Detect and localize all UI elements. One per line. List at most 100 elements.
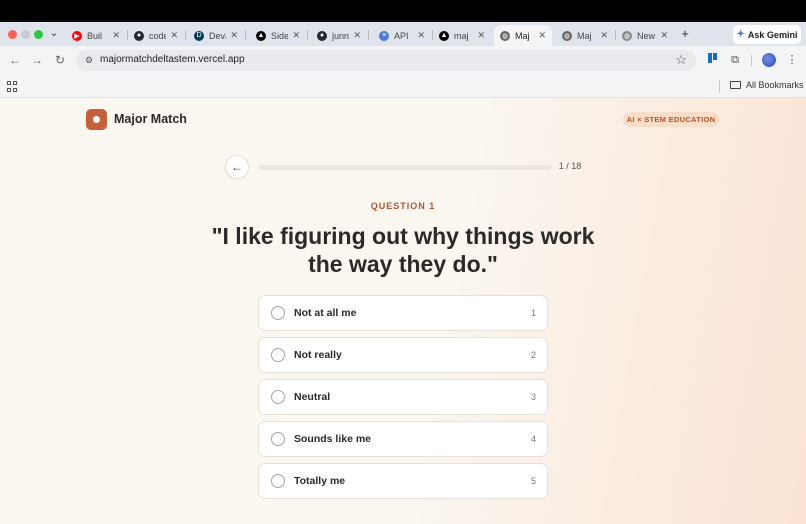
tab-title: maj (454, 30, 469, 41)
progress-count: 1 / 18 (558, 161, 582, 171)
answer-option-shortcut: 5 (530, 476, 536, 486)
minimize-window-button[interactable] (21, 30, 30, 39)
extensions-puzzle-icon[interactable]: ⧉ (728, 53, 742, 67)
tab-close-icon[interactable]: ✕ (538, 30, 546, 41)
answer-option[interactable]: Sounds like me 4 (258, 421, 548, 457)
gemini-spark-icon: ✦ (736, 29, 745, 40)
maximize-window-button[interactable] (34, 30, 43, 39)
answer-option-shortcut: 3 (530, 392, 536, 402)
tab-title: code (149, 30, 167, 41)
bookmarks-bar: All Bookmarks (0, 75, 806, 98)
browser-tab[interactable]: ▲ maj ✕ (433, 25, 491, 46)
tab-separator (368, 30, 369, 40)
url-text: majormatchdeltastem.vercel.app (100, 54, 245, 65)
category-badge: AI × STEM EDUCATION (623, 112, 719, 127)
answer-option[interactable]: Not at all me 1 (258, 295, 548, 331)
browser-toolbar: ← → ↻ ⚙ majormatchdeltastem.vercel.app ☆… (0, 46, 806, 75)
page-content: Major Match AI × STEM EDUCATION ← 1 / 18… (0, 98, 806, 524)
api-icon: ≡ (379, 30, 389, 41)
all-bookmarks-button[interactable]: All Bookmarks (730, 80, 804, 90)
answer-option[interactable]: Totally me 5 (258, 463, 548, 499)
globe-icon: ◍ (562, 30, 572, 41)
radio-circle-icon[interactable] (271, 348, 285, 362)
radio-circle-icon[interactable] (271, 432, 285, 446)
tab-close-icon[interactable]: ✕ (417, 30, 425, 41)
tab-title: Buil (87, 30, 103, 41)
browser-tab[interactable]: ◍ Maj ✕ (494, 25, 552, 46)
browser-tab[interactable]: ◍ Maj ✕ (556, 25, 614, 46)
browser-tab[interactable]: ▲ Side ✕ (250, 25, 306, 46)
folder-icon (730, 81, 741, 89)
github-icon: ● (134, 30, 144, 41)
back-button[interactable]: ← (225, 155, 249, 179)
radio-circle-icon[interactable] (271, 390, 285, 404)
tab-close-icon[interactable]: ✕ (170, 30, 178, 41)
answer-option-label: Not at all me (294, 307, 357, 319)
tab-close-icon[interactable]: ✕ (660, 30, 668, 41)
chrome-icon: ◍ (622, 30, 632, 41)
forward-arrow-icon[interactable]: → (30, 53, 44, 67)
bookmark-star-icon[interactable]: ☆ (675, 52, 687, 68)
answer-options: Not at all me 1 Not really 2 Neutral 3 Sounds … (258, 295, 548, 505)
browser-tab[interactable]: ● code ✕ (128, 25, 184, 46)
youtube-icon: ▶ (72, 30, 82, 41)
address-bar[interactable]: ⚙ majormatchdeltastem.vercel.app ☆ (76, 50, 696, 71)
tab-close-icon[interactable]: ✕ (292, 30, 300, 41)
macos-menubar (0, 0, 806, 22)
tab-close-icon[interactable]: ✕ (230, 30, 238, 41)
tab-title: Maj (577, 30, 592, 41)
brand-name: Major Match (114, 112, 187, 126)
all-bookmarks-label: All Bookmarks (746, 80, 804, 90)
ask-gemini-button[interactable]: ✦ Ask Gemini (733, 25, 801, 44)
question-label: QUESTION 1 (370, 201, 436, 211)
apps-grid-icon[interactable] (7, 81, 18, 92)
back-arrow-icon[interactable]: ← (8, 53, 22, 67)
vercel-icon: ▲ (256, 30, 266, 41)
tab-title: Maj (515, 30, 530, 41)
globe-icon: ◍ (500, 30, 510, 41)
answer-option-shortcut: 2 (530, 350, 536, 360)
browser-tab[interactable]: ◍ New ✕ (616, 25, 674, 46)
answer-option[interactable]: Not really 2 (258, 337, 548, 373)
arrow-left-icon: ← (231, 160, 243, 174)
close-window-button[interactable] (8, 30, 17, 39)
browser-tab[interactable]: ▶ Buil ✕ (66, 25, 126, 46)
browser-tab[interactable]: ● junn ✕ (311, 25, 367, 46)
trello-extension-icon[interactable] (705, 53, 719, 67)
bookmarks-divider (719, 80, 720, 93)
progress-bar (259, 165, 552, 170)
answer-option-label: Sounds like me (294, 433, 372, 445)
answer-option-shortcut: 4 (530, 434, 536, 444)
tab-close-icon[interactable]: ✕ (112, 30, 120, 41)
tab-title: API (394, 30, 409, 41)
toolbar-divider (751, 55, 752, 66)
new-tab-button[interactable]: + (678, 26, 692, 42)
radio-circle-icon[interactable] (271, 474, 285, 488)
tab-strip: ⌄ ▶Buil✕●code✕DDeva✕▲Side✕●junn✕≡API✕▲ma… (0, 22, 806, 46)
ask-gemini-label: Ask Gemini (747, 29, 798, 40)
tab-separator (185, 30, 186, 40)
tab-title: junn (332, 30, 350, 41)
vercel-icon: ▲ (439, 30, 449, 41)
tab-close-icon[interactable]: ✕ (353, 30, 361, 41)
tab-close-icon[interactable]: ✕ (477, 30, 485, 41)
tab-close-icon[interactable]: ✕ (600, 30, 608, 41)
reload-icon[interactable]: ↻ (53, 53, 67, 67)
browser-tab[interactable]: D Deva ✕ (188, 25, 244, 46)
answer-option[interactable]: Neutral 3 (258, 379, 548, 415)
devpost-icon: D (194, 30, 204, 41)
browser-tab[interactable]: ≡ API ✕ (373, 25, 431, 46)
brand-logo-icon (86, 109, 107, 130)
site-settings-icon[interactable]: ⚙ (83, 54, 95, 66)
tab-search-chevron-icon[interactable]: ⌄ (46, 27, 62, 41)
radio-circle-icon[interactable] (271, 306, 285, 320)
tab-separator (245, 30, 246, 40)
tab-title: Side (271, 30, 289, 41)
profile-avatar[interactable] (762, 53, 776, 67)
question-text: "I like figuring out why things work the… (211, 223, 595, 277)
answer-option-label: Totally me (294, 475, 346, 487)
answer-option-shortcut: 1 (530, 308, 536, 318)
more-menu-icon[interactable]: ⋮ (785, 53, 799, 67)
tab-title: Deva (209, 30, 226, 41)
answer-option-label: Neutral (294, 391, 331, 403)
